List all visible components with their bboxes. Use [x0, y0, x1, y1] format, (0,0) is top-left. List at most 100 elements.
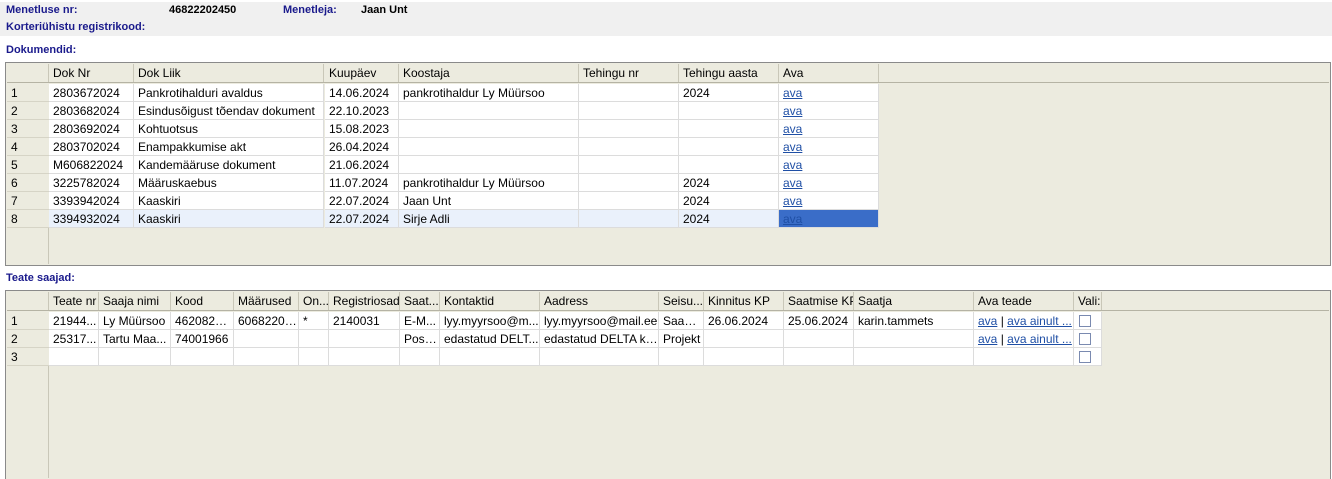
cell-tehingu-aasta [679, 156, 779, 174]
cell-saaja-nimi: Tartu Maa... [99, 330, 171, 348]
ava-link[interactable]: ava [978, 332, 997, 346]
cell-tehingu-aasta [679, 138, 779, 156]
cell-ava[interactable]: ava [779, 84, 879, 102]
documents-section-label: Dokumendid: [6, 44, 77, 56]
cell-ava-teade[interactable] [974, 348, 1074, 366]
cell-saatja [854, 348, 974, 366]
cell-dok-nr: 3394932024 [49, 210, 134, 228]
cell-ava[interactable]: ava [779, 138, 879, 156]
ava-link[interactable]: ava [783, 140, 802, 154]
table-row[interactable]: 1 2803672024 Pankrotihalduri avaldus 14.06.… [7, 84, 1329, 102]
cell-tehingu-nr [579, 156, 679, 174]
col-seisu-header[interactable]: Seisu... [659, 292, 704, 310]
col-ava-teade-header[interactable]: Ava teade [974, 292, 1074, 310]
col-kuupaev-header[interactable]: Kuupäev [325, 64, 399, 82]
cell-teate-nr: 25317... [49, 330, 99, 348]
col-teate-nr-header[interactable]: Teate nr [49, 292, 99, 310]
cell-ava[interactable]: ava [779, 210, 879, 228]
table-row[interactable]: 5 M606822024 Kandemääruse dokument 21.06.20… [7, 156, 1329, 174]
documents-corner [7, 64, 49, 82]
col-saaja-nimi-header[interactable]: Saaja nimi [99, 292, 171, 310]
cell-teate-nr [49, 348, 99, 366]
table-row[interactable]: 7 3393942024 Kaaskiri 22.07.2024 Jaan Unt 202… [7, 192, 1329, 210]
cell-tehingu-aasta: 2024 [679, 174, 779, 192]
col-tehingu-aasta-header[interactable]: Tehingu aasta [679, 64, 779, 82]
cell-ava[interactable]: ava [779, 174, 879, 192]
col-ava-header[interactable]: Ava [779, 64, 879, 82]
cell-saat [400, 348, 440, 366]
col-dok-nr-header[interactable]: Dok Nr [49, 64, 134, 82]
cell-tehingu-aasta: 2024 [679, 84, 779, 102]
cell-koostaja [399, 156, 579, 174]
col-maarused-header[interactable]: Määrused [234, 292, 299, 310]
recipients-section-label: Teate saajad: [6, 272, 75, 284]
cell-kood [171, 348, 234, 366]
col-tehingu-nr-header[interactable]: Tehingu nr [579, 64, 679, 82]
cell-dok-nr: 3225782024 [49, 174, 134, 192]
col-saatmise-kp-header[interactable]: Saatmise KP [784, 292, 854, 310]
cell-teate-nr: 21944... [49, 312, 99, 330]
col-kontaktid-header[interactable]: Kontaktid [440, 292, 540, 310]
ava-ainult-link[interactable]: ava ainult ... [1007, 314, 1072, 328]
cell-tehingu-nr [579, 192, 679, 210]
ava-link[interactable]: ava [783, 104, 802, 118]
ava-link[interactable]: ava [783, 194, 802, 208]
cell-ava-teade[interactable]: ava | ava ainult ... [974, 330, 1074, 348]
col-saatja-header[interactable]: Saatja [854, 292, 974, 310]
select-checkbox[interactable] [1079, 314, 1091, 327]
col-saat-header[interactable]: Saat... [400, 292, 440, 310]
cell-on [299, 348, 329, 366]
cell-dok-nr: 2803692024 [49, 120, 134, 138]
cell-vali[interactable] [1074, 348, 1102, 366]
col-on-header[interactable]: On... [299, 292, 329, 310]
row-number: 8 [7, 210, 49, 228]
table-row[interactable]: 1 21944... Ly Müürsoo 46208220... 606822024 *… [7, 312, 1329, 330]
ava-link[interactable]: ava [978, 314, 997, 328]
select-checkbox[interactable] [1079, 332, 1091, 345]
cell-ava[interactable]: ava [779, 156, 879, 174]
cell-ava[interactable]: ava [779, 192, 879, 210]
table-row[interactable]: 3 2803692024 Kohtuotsus 15.08.2023 ava [7, 120, 1329, 138]
ava-link[interactable]: ava [783, 212, 802, 226]
col-kinnitus-kp-header[interactable]: Kinnitus KP [704, 292, 784, 310]
col-vali-header[interactable]: Vali: [1074, 292, 1102, 310]
cell-ava[interactable]: ava [779, 102, 879, 120]
cell-ava-teade[interactable]: ava | ava ainult ... [974, 312, 1074, 330]
table-row[interactable]: 3 [7, 348, 1329, 366]
ava-link[interactable]: ava [783, 86, 802, 100]
col-dok-liik-header[interactable]: Dok Liik [134, 64, 324, 82]
cell-vali[interactable] [1074, 312, 1102, 330]
cell-registriosad [329, 348, 400, 366]
col-registriosad-header[interactable]: Registriosad [329, 292, 400, 310]
ava-link[interactable]: ava [783, 176, 802, 190]
cell-registriosad: 2140031 [329, 312, 400, 330]
ava-link[interactable]: ava [783, 158, 802, 172]
col-kood-header[interactable]: Kood [171, 292, 234, 310]
cell-seisu: Projekt [659, 330, 704, 348]
ava-link[interactable]: ava [783, 122, 802, 136]
cell-on: * [299, 312, 329, 330]
cell-kuupaev: 21.06.2024 [325, 156, 399, 174]
cell-dok-nr: 2803672024 [49, 84, 134, 102]
documents-header-row: Dok Nr Dok Liik Kuupäev Koostaja Tehingu nr T… [7, 64, 1329, 83]
cell-koostaja [399, 138, 579, 156]
cell-vali[interactable] [1074, 330, 1102, 348]
cell-ava[interactable]: ava [779, 120, 879, 138]
table-row[interactable]: 6 3225782024 Määruskaebus 11.07.2024 pankrot… [7, 174, 1329, 192]
cell-dok-liik: Esindusõigust tõendav dokument [134, 102, 324, 120]
table-row[interactable]: 2 2803682024 Esindusõigust tõendav dokumen… [7, 102, 1329, 120]
select-checkbox[interactable] [1079, 350, 1091, 363]
recipients-grid[interactable]: Teate nr Saaja nimi Kood Määrused On... Regis… [5, 290, 1331, 479]
row-number: 4 [7, 138, 49, 156]
cell-aadress [540, 348, 659, 366]
ava-ainult-link[interactable]: ava ainult ... [1007, 332, 1072, 346]
col-aadress-header[interactable]: Aadress [540, 292, 659, 310]
documents-grid[interactable]: Dok Nr Dok Liik Kuupäev Koostaja Tehingu nr T… [5, 62, 1331, 266]
cell-saat: E-M... [400, 312, 440, 330]
cell-koostaja [399, 102, 579, 120]
col-koostaja-header[interactable]: Koostaja [399, 64, 579, 82]
table-row[interactable]: 4 2803702024 Enampakkumise akt 26.04.2024 av… [7, 138, 1329, 156]
cell-tehingu-aasta: 2024 [679, 192, 779, 210]
table-row[interactable]: 8 3394932024 Kaaskiri 22.07.2024 Sirje Adli 2… [7, 210, 1329, 228]
table-row[interactable]: 2 25317... Tartu Maa... 74001966 Posti... eda… [7, 330, 1329, 348]
